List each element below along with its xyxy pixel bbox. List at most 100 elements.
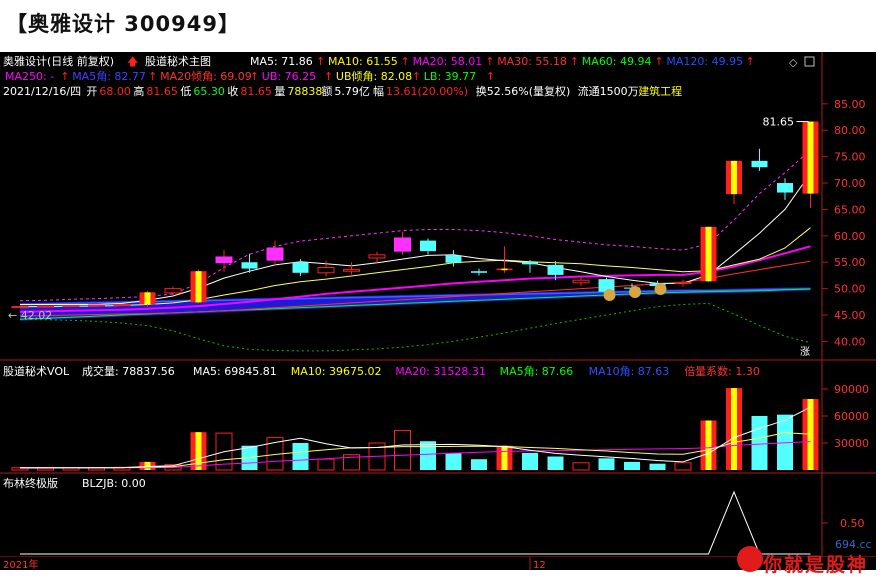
stock-chart[interactable]: 奥雅设计(日线 前复权) 🡅 股道秘术主图 MA5: 71.86 ↑ MA10: 6… <box>0 52 876 570</box>
diamond-icon[interactable]: ◇ <box>789 56 798 69</box>
vol-bar-core <box>705 420 712 470</box>
vol-value-2: MA10: 39675.02 <box>291 365 382 378</box>
indicator-value-5: LB: 39.77 <box>424 70 476 83</box>
candle-body-core <box>705 226 712 282</box>
candle <box>88 304 105 307</box>
candle-body <box>522 262 538 265</box>
candle-body <box>292 262 309 273</box>
indicator-arrow-icon: ↑ <box>60 70 69 83</box>
candle <box>700 226 717 283</box>
info-part-9: 量 <box>274 85 285 98</box>
candle-body <box>62 305 80 308</box>
candle-body <box>420 240 436 252</box>
vol-bar-core <box>195 432 202 470</box>
info-part-15: 换52.56%(量复权) <box>476 84 571 98</box>
vol-tick-label: 60000 <box>834 410 869 423</box>
indicator-arrow-icon: ↑ <box>486 70 495 83</box>
vol-bar <box>394 429 411 471</box>
candle-body <box>88 304 105 307</box>
price-tick-label: 45.00 <box>834 309 866 322</box>
vol-tick-label: 30000 <box>834 437 869 450</box>
ma-value-1: MA10: 61.55 <box>328 55 398 68</box>
indicator-value-1: MA5角: 82.77 <box>72 70 146 83</box>
vol-bar <box>598 458 615 470</box>
vol-bar <box>292 443 309 470</box>
ma-arrow-icon: ↑ <box>654 55 663 68</box>
info-part-5: 低 <box>180 85 191 98</box>
money-bag-shape <box>654 283 667 295</box>
price-tick-label: 55.00 <box>834 256 866 269</box>
vol-title-label[interactable]: 股道秘术VOL <box>3 364 70 378</box>
candle <box>62 305 80 308</box>
candle <box>113 303 131 306</box>
price-tick-label: 40.00 <box>834 335 866 348</box>
price-tick-label: 75.00 <box>834 151 866 164</box>
watermark-logo-icon <box>737 546 763 572</box>
info-part-11: 额 <box>321 85 332 98</box>
vol-value-6: 倍量系数: 1.30 <box>684 364 760 378</box>
info-part-17: 建筑工程 <box>638 84 682 98</box>
candle-body <box>317 267 335 274</box>
vol-bar <box>572 462 590 471</box>
candle-body <box>572 279 590 284</box>
indicator-value-2: MA20倾角: 69.09 <box>160 70 252 83</box>
price-tick-label: 65.00 <box>834 203 866 216</box>
indicator-arrow-icon: ↑ <box>148 70 157 83</box>
candle-body <box>777 183 793 193</box>
money-bag-shape <box>603 289 616 301</box>
info-part-0: 2021/12/16/四 <box>3 85 81 98</box>
indicator-value-3: UB: 76.25 <box>262 70 316 83</box>
high-mark-label: 81.65 <box>763 116 795 129</box>
info-part-16: 流通1500万 <box>578 84 639 98</box>
candle-body <box>445 255 462 263</box>
vol-bar <box>522 452 538 470</box>
candle <box>139 290 156 307</box>
ma-value-2: MA20: 58.01 <box>413 55 483 68</box>
ma-arrow-icon: ↑ <box>570 55 579 68</box>
ma-arrow-icon: ↑ <box>485 55 494 68</box>
price-tick-label: 85.00 <box>834 98 866 111</box>
info-part-10: 78838 <box>287 85 322 98</box>
low-mark-label: ← 42.02 <box>8 309 52 322</box>
candle-info-row: 2021/12/16/四开 68.00 高 81.65 低 65.30 收 81.65 量 788… <box>3 84 682 98</box>
money-bag-icon <box>629 286 641 298</box>
candle-body-core <box>195 271 202 303</box>
boll-title-label[interactable]: 布林终极版 <box>3 476 58 490</box>
candle-body <box>674 281 692 284</box>
up-arrow-icon: 🡅 <box>127 55 138 68</box>
vol-tick-label: 90000 <box>834 383 869 396</box>
candle <box>190 269 207 304</box>
main-indicator-label[interactable]: 股道秘术主图 <box>145 54 211 68</box>
main-title-label: 奥雅设计(日线 前复权) <box>3 54 114 68</box>
title-bar: 【奥雅设计 300949】 <box>0 0 885 46</box>
ma-value-0: MA5: 71.86 <box>250 55 313 68</box>
info-part-7: 收 <box>227 84 238 98</box>
candle-body <box>215 256 233 264</box>
vol-bar <box>547 456 564 470</box>
info-part-1: 开 <box>86 85 97 98</box>
boll-value-label: BLZJB: 0.00 <box>82 477 146 490</box>
watermark-text: 你就是股神 <box>763 554 869 576</box>
vol-value-5: MA10角: 87.63 <box>589 365 670 378</box>
info-part-12: 5.79亿 <box>334 85 370 98</box>
ma-arrow-icon: ↑ <box>401 55 410 68</box>
info-part-6: 65.30 <box>193 85 225 98</box>
indicator-arrow-icon: ↑ <box>412 70 421 83</box>
candle-body-core <box>807 121 814 194</box>
price-tick-label: 70.00 <box>834 177 866 190</box>
chart-svg[interactable]: 奥雅设计(日线 前复权) 🡅 股道秘术主图 MA5: 71.86 ↑ MA10: 6… <box>0 52 876 570</box>
indicator-arrow-icon: ↑ <box>250 70 259 83</box>
vol-bar-core <box>731 388 737 470</box>
candle <box>11 306 29 309</box>
info-part-4: 81.65 <box>146 85 178 98</box>
xaxis-month-label: 12 <box>533 560 546 570</box>
ma-value-3: MA30: 55.18 <box>497 55 567 68</box>
vol-bar <box>317 458 335 471</box>
candle-body <box>471 271 487 273</box>
candle-body-core <box>144 292 151 305</box>
candle-body <box>113 303 131 306</box>
limit-up-badge: 涨 <box>800 346 810 358</box>
money-bag-icon <box>654 283 667 295</box>
vol-bar <box>471 459 487 470</box>
vol-bar <box>674 462 692 471</box>
